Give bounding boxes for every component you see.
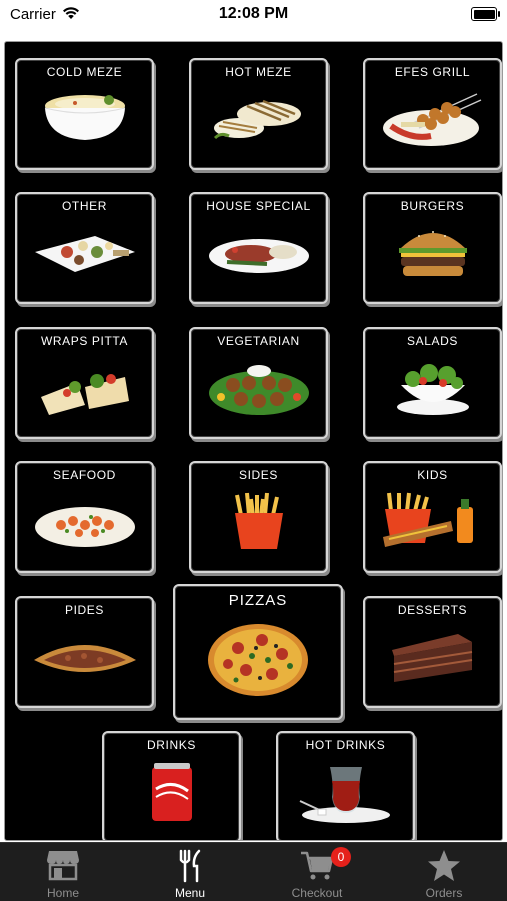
category-desserts[interactable]: DESSERTS — [363, 596, 502, 708]
category-label: BURGERS — [400, 199, 465, 213]
efes-grill-image — [382, 93, 481, 146]
tab-home[interactable]: Home — [0, 843, 126, 901]
star-icon — [428, 850, 460, 881]
fork-knife-icon — [179, 849, 201, 883]
category-label: PIDES — [64, 603, 104, 617]
menu-category-grid: COLD MEZE HOT MEZE EFES GRILL OTHER HOUS… — [4, 41, 503, 841]
tab-bar: Home Menu 0 Checkout Orders — [0, 842, 507, 901]
category-label: HOUSE SPECIAL — [206, 199, 311, 213]
status-time: 12:08 PM — [218, 5, 289, 22]
category-efes-grill[interactable]: EFES GRILL — [363, 58, 502, 170]
category-label: HOT MEZE — [225, 65, 292, 79]
category-label: VEGETARIAN — [217, 334, 300, 348]
category-label: SIDES — [238, 468, 278, 482]
category-burgers[interactable]: BURGERS — [363, 192, 502, 304]
hot-meze-image — [213, 99, 301, 140]
category-label: HOT DRINKS — [305, 738, 386, 752]
tab-checkout[interactable]: 0 Checkout — [254, 843, 380, 901]
category-seafood[interactable]: SEAFOOD — [15, 461, 154, 573]
salads-image — [396, 364, 469, 415]
category-label: COLD MEZE — [46, 65, 123, 79]
other-image — [34, 236, 135, 272]
desserts-image — [391, 634, 472, 682]
category-wraps-pitta[interactable]: WRAPS PITTA — [15, 327, 154, 439]
cold-meze-image — [44, 95, 125, 140]
category-label: DRINKS — [147, 738, 196, 752]
category-label: WRAPS PITTA — [40, 334, 129, 348]
category-vegetarian[interactable]: VEGETARIAN — [189, 327, 328, 439]
pides-image — [33, 645, 136, 672]
category-label: PIZZAS — [228, 592, 288, 609]
checkout-count-badge: 0 — [331, 847, 351, 867]
category-label: DESSERTS — [397, 603, 468, 617]
category-label: SALADS — [407, 334, 458, 348]
category-pides[interactable]: PIDES — [15, 596, 154, 708]
tab-orders[interactable]: Orders — [381, 843, 507, 901]
sides-image — [234, 492, 283, 549]
kids-image — [382, 492, 473, 547]
drinks-image — [151, 763, 192, 821]
category-pizzas[interactable]: PIZZAS — [173, 584, 343, 720]
category-label: OTHER — [62, 199, 107, 213]
category-hot-drinks[interactable]: HOT DRINKS — [276, 731, 415, 840]
category-label: KIDS — [417, 468, 448, 482]
tab-label: Menu — [174, 886, 206, 900]
store-icon — [47, 851, 79, 881]
seafood-image — [34, 507, 135, 547]
tab-menu[interactable]: Menu — [127, 843, 253, 901]
category-drinks[interactable]: DRINKS — [102, 731, 241, 840]
tab-label: Home — [46, 886, 79, 900]
category-label: EFES GRILL — [394, 65, 471, 79]
category-label: SEAFOOD — [53, 468, 116, 482]
burgers-image — [398, 231, 467, 276]
category-hot-meze[interactable]: HOT MEZE — [189, 58, 328, 170]
status-bar: Carrier 12:08 PM — [0, 0, 507, 30]
hot-drinks-image — [299, 767, 390, 823]
tab-label: Orders — [425, 886, 463, 900]
category-cold-meze[interactable]: COLD MEZE — [15, 58, 154, 170]
pizzas-image — [208, 624, 308, 696]
category-other[interactable]: OTHER — [15, 192, 154, 304]
battery-icon — [471, 7, 500, 21]
tab-label: Checkout — [291, 886, 343, 900]
category-sides[interactable]: SIDES — [189, 461, 328, 573]
house-special-image — [208, 239, 309, 273]
battery-fill — [473, 9, 495, 19]
vegetarian-image — [208, 365, 309, 415]
category-salads[interactable]: SALADS — [363, 327, 502, 439]
category-kids[interactable]: KIDS — [363, 461, 502, 573]
wraps-pitta-image — [40, 374, 129, 415]
cart-icon — [301, 851, 334, 880]
category-house-special[interactable]: HOUSE SPECIAL — [189, 192, 328, 304]
